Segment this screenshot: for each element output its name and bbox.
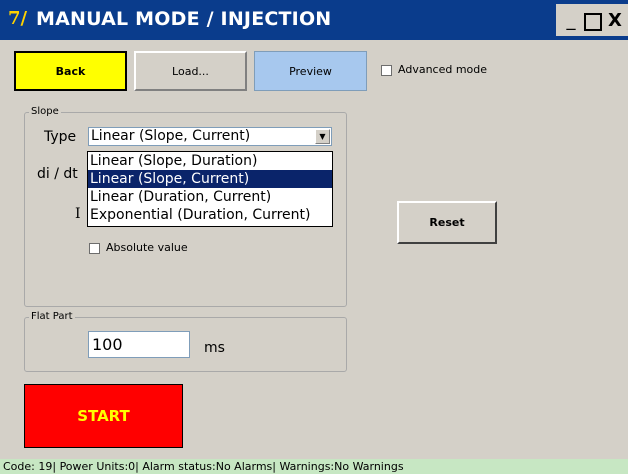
load-button[interactable]: Load... [134,51,247,91]
flat-part-duration-input[interactable]: 100 [88,331,190,358]
title-bar: 7/ MANUAL MODE / INJECTION _ X [0,0,628,40]
start-button[interactable]: START [24,384,183,448]
dropdown-arrow-icon[interactable]: ▼ [315,129,330,144]
slope-type-dropdown-list: Linear (Slope, Duration) Linear (Slope, … [87,151,333,227]
minimize-button[interactable]: _ [562,12,580,30]
dropdown-option-selected[interactable]: Linear (Slope, Current) [88,170,332,188]
current-label: I [75,206,81,222]
close-button[interactable]: X [606,12,624,30]
slope-group-title: Slope [29,106,61,117]
preview-button[interactable]: Preview [254,51,367,91]
dropdown-option[interactable]: Exponential (Duration, Current) [88,206,332,224]
advanced-mode-label: Advanced mode [398,63,488,76]
app-logo-icon: 7/ [8,8,28,29]
dropdown-option[interactable]: Linear (Slope, Duration) [88,152,332,170]
absolute-value-label: Absolute value [106,241,188,254]
back-button[interactable]: Back [14,51,127,91]
window-controls: _ X [556,4,628,36]
flat-part-group-title: Flat Part [29,311,75,322]
slope-type-selected-value: Linear (Slope, Current) [91,128,251,144]
type-label: Type [44,129,77,145]
absolute-value-checkbox[interactable] [89,243,100,254]
didt-label: di / dt [37,166,78,182]
flat-part-unit-label: ms [204,340,225,356]
window-title: MANUAL MODE / INJECTION [36,8,332,30]
status-bar: Code: 19| Power Units:0| Alarm status:No… [0,459,628,474]
slope-type-select[interactable]: Linear (Slope, Current) ▼ [88,127,332,146]
dropdown-option[interactable]: Linear (Duration, Current) [88,188,332,206]
advanced-mode-checkbox[interactable] [381,65,392,76]
reset-button[interactable]: Reset [397,201,497,244]
maximize-button[interactable] [584,13,602,31]
